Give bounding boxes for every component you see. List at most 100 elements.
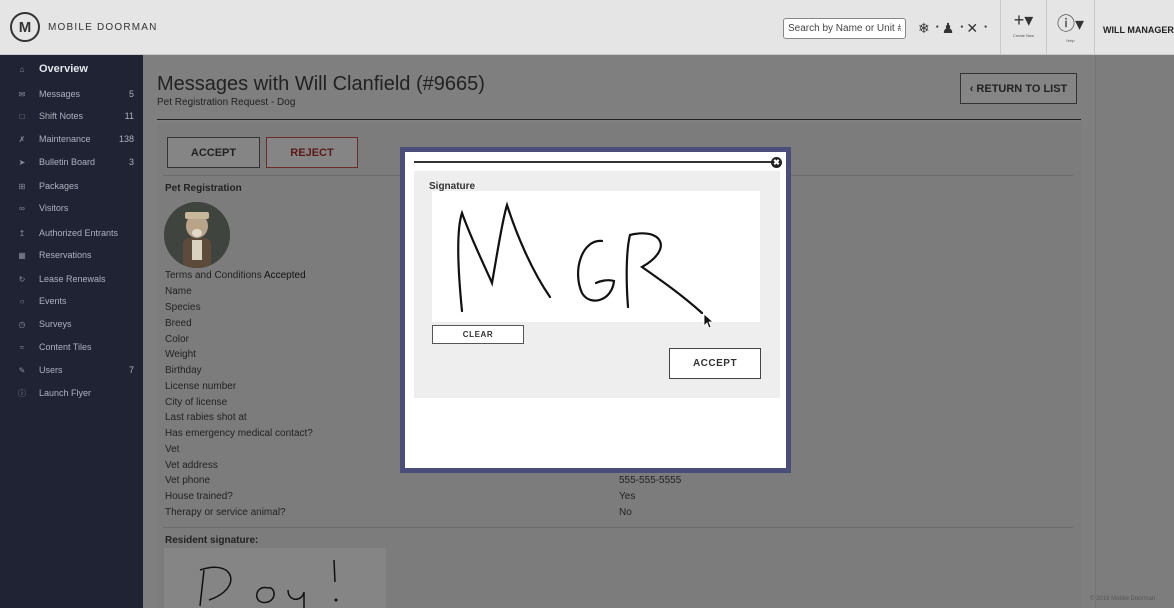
info-icon: ⓘ bbox=[18, 388, 26, 398]
tools-icon[interactable]: ✕ ● bbox=[966, 20, 987, 37]
sidebar-item-authorized-entrants[interactable]: ↥ Authorized Entrants bbox=[0, 222, 143, 244]
alerts-icon[interactable]: ❄ ● bbox=[918, 20, 939, 37]
field-label: Birthday bbox=[165, 365, 202, 376]
sidebar-item-bulletin-board[interactable]: ➤ Bulletin Board 3 bbox=[0, 151, 143, 173]
return-to-list-button[interactable]: ‹ RETURN TO LIST bbox=[960, 73, 1077, 104]
signature-canvas[interactable] bbox=[432, 191, 760, 322]
sidebar-item-surveys[interactable]: ◷ Surveys bbox=[0, 313, 143, 335]
handwritten-signature-icon bbox=[199, 559, 338, 608]
modal-header-line bbox=[414, 161, 774, 163]
visitors-icon: ∞ bbox=[19, 203, 25, 213]
key-icon: ↥ bbox=[18, 228, 26, 238]
sidebar-item-label: Messages bbox=[39, 89, 81, 99]
field-label: Species bbox=[165, 302, 201, 313]
sidebar-item-reservations[interactable]: ▦ Reservations bbox=[0, 244, 143, 266]
envelope-icon: ✉ bbox=[18, 89, 26, 99]
field-label: Breed bbox=[165, 318, 192, 329]
section-title: Pet Registration bbox=[165, 183, 242, 194]
help-button[interactable]: ⓘ▾ Help bbox=[1046, 0, 1094, 55]
refresh-icon: ↻ bbox=[18, 274, 26, 284]
sidebar-item-label: Reservations bbox=[39, 250, 92, 260]
field-label: Color bbox=[165, 334, 189, 345]
field-label: Name bbox=[165, 286, 192, 297]
resident-signature-image bbox=[164, 548, 386, 608]
ticket-icon: ○ bbox=[19, 296, 25, 306]
sidebar-item-label: Bulletin Board bbox=[39, 157, 96, 167]
field-label: City of license bbox=[165, 397, 228, 408]
brand-name: MOBILE DOORMAN bbox=[48, 21, 158, 33]
search-input[interactable] bbox=[783, 18, 906, 39]
create-new-button[interactable]: +▾ Create New bbox=[1000, 0, 1046, 55]
field-label: License number bbox=[165, 381, 237, 392]
cursor-icon bbox=[703, 313, 715, 329]
sidebar-item-messages[interactable]: ✉ Messages 5 bbox=[0, 83, 143, 105]
field-label: Last rabies shot at bbox=[165, 412, 247, 423]
sidebar-item-label: Lease Renewals bbox=[39, 274, 106, 284]
logo[interactable]: M MOBILE DOORMAN bbox=[10, 12, 158, 42]
divider bbox=[163, 527, 1073, 528]
sidebar-item-content-tiles[interactable]: ≈ Content Tiles bbox=[0, 336, 143, 358]
field-label: House trained? bbox=[165, 491, 233, 502]
sidebar-item-label: Surveys bbox=[39, 319, 72, 329]
accept-button[interactable]: ACCEPT bbox=[167, 137, 260, 168]
dog-photo-icon bbox=[164, 202, 230, 268]
field-label: Has emergency medical contact? bbox=[165, 428, 313, 439]
resident-signature-label: Resident signature: bbox=[165, 535, 259, 546]
sidebar-item-label: Overview bbox=[39, 63, 88, 75]
sidebar-item-launch-flyer[interactable]: ⓘ Launch Flyer bbox=[0, 382, 143, 404]
field-value: Yes bbox=[619, 491, 636, 502]
field-label: Therapy or service animal? bbox=[165, 507, 286, 518]
note-icon: □ bbox=[19, 111, 25, 121]
drawn-signature-icon bbox=[457, 201, 704, 315]
sidebar-item-label: Users bbox=[39, 365, 63, 375]
clock-icon: ◷ bbox=[18, 319, 26, 329]
sidebar-item-overview[interactable]: ⌂ Overview bbox=[0, 58, 143, 80]
field-label: Weight bbox=[165, 349, 196, 360]
create-new-label: Create New bbox=[1012, 33, 1035, 38]
clear-button[interactable]: CLEAR bbox=[432, 325, 524, 344]
sidebar: ⌂ Overview ✉ Messages 5 □ Shift Notes 11… bbox=[0, 55, 143, 608]
copyright: © 2018 Mobile Doorman bbox=[1090, 596, 1156, 602]
sidebar-item-label: Packages bbox=[39, 181, 79, 191]
wrench-icon: ✗ bbox=[18, 134, 26, 144]
user-icon: ✎ bbox=[18, 365, 26, 375]
sidebar-item-events[interactable]: ○ Events bbox=[0, 290, 143, 312]
sidebar-item-label: Content Tiles bbox=[39, 342, 92, 352]
tiles-icon: ≈ bbox=[19, 342, 25, 352]
signature-modal: ✖ Signature CLEAR ACCEPT bbox=[400, 147, 791, 473]
right-column bbox=[1095, 55, 1174, 608]
field-label: Vet address bbox=[165, 460, 218, 471]
field-value: 555-555-5555 bbox=[619, 475, 682, 486]
sidebar-item-users[interactable]: ✎ Users 7 bbox=[0, 359, 143, 381]
person-icon[interactable]: ♟ ● bbox=[942, 20, 964, 37]
title-divider bbox=[157, 119, 1081, 120]
sidebar-item-label: Maintenance bbox=[39, 134, 91, 144]
sidebar-item-maintenance[interactable]: ✗ Maintenance 138 bbox=[0, 128, 143, 150]
top-bar: M MOBILE DOORMAN ❄● ♟● ✕● +▾ Create New … bbox=[0, 0, 1174, 55]
package-icon: ⊞ bbox=[18, 181, 26, 191]
sidebar-item-packages[interactable]: ⊞ Packages bbox=[0, 175, 143, 197]
user-menu[interactable]: WILL MANAGER - bbox=[1094, 0, 1174, 55]
sidebar-item-label: Authorized Entrants bbox=[39, 228, 119, 238]
field-value: No bbox=[619, 507, 632, 518]
sidebar-item-count: 7 bbox=[128, 365, 134, 375]
pin-icon: ➤ bbox=[18, 157, 26, 167]
logo-mark: M bbox=[10, 12, 40, 42]
sidebar-item-label: Visitors bbox=[39, 203, 69, 213]
sidebar-item-label: Launch Flyer bbox=[39, 388, 92, 398]
sidebar-item-lease-renewals[interactable]: ↻ Lease Renewals bbox=[0, 268, 143, 290]
reject-button[interactable]: REJECT bbox=[266, 137, 358, 168]
field-label: Vet bbox=[165, 444, 180, 455]
sidebar-item-count: 5 bbox=[128, 89, 134, 99]
sidebar-item-visitors[interactable]: ∞ Visitors bbox=[0, 197, 143, 219]
terms-row: Terms and Conditions Accepted bbox=[165, 270, 306, 281]
plus-icon: +▾ bbox=[1013, 10, 1034, 30]
help-icon: ⓘ▾ bbox=[1056, 14, 1085, 34]
sidebar-item-count: 138 bbox=[118, 134, 134, 144]
sidebar-item-shift-notes[interactable]: □ Shift Notes 11 bbox=[0, 105, 143, 127]
close-icon[interactable]: ✖ bbox=[771, 157, 782, 168]
sidebar-item-count: 11 bbox=[124, 111, 134, 121]
pet-photo bbox=[164, 202, 230, 268]
sidebar-item-count: 3 bbox=[128, 157, 134, 167]
modal-accept-button[interactable]: ACCEPT bbox=[669, 348, 761, 379]
